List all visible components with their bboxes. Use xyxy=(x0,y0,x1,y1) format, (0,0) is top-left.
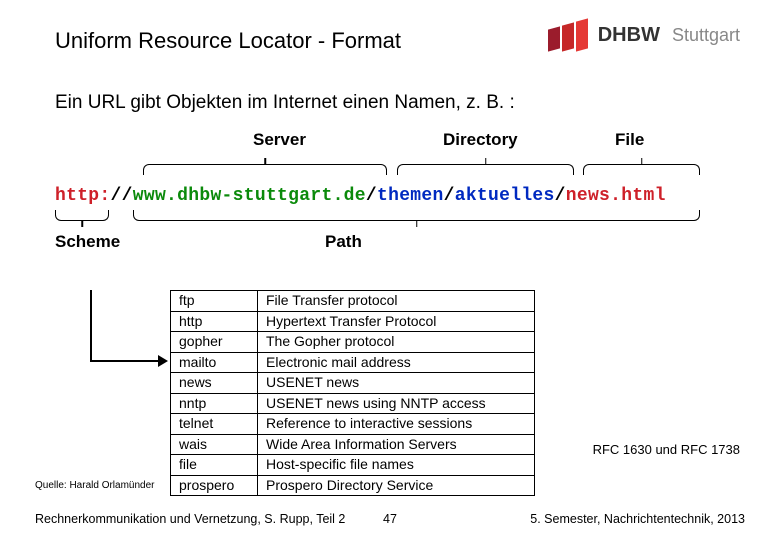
protocol-name: ftp xyxy=(171,291,258,312)
label-file: File xyxy=(615,130,644,150)
label-path: Path xyxy=(325,232,362,252)
intro-text: Ein URL gibt Objekten im Internet einen … xyxy=(55,92,515,114)
protocol-name: wais xyxy=(171,434,258,455)
table-row: nntpUSENET news using NNTP access xyxy=(171,393,535,414)
arrow-right-icon xyxy=(158,355,168,367)
rfc-reference: RFC 1630 und RFC 1738 xyxy=(593,442,740,457)
url-sep: / xyxy=(444,186,455,206)
url-example: http://www.dhbw-stuttgart.de/themen/aktu… xyxy=(55,186,725,206)
logo-icon xyxy=(548,20,588,50)
brace-path xyxy=(133,210,700,221)
protocol-name: news xyxy=(171,373,258,394)
protocol-desc: File Transfer protocol xyxy=(258,291,535,312)
protocol-desc: Hypertext Transfer Protocol xyxy=(258,311,535,332)
slide-title: Uniform Resource Locator - Format xyxy=(55,28,401,54)
protocol-desc: Reference to interactive sessions xyxy=(258,414,535,435)
table-row: httpHypertext Transfer Protocol xyxy=(171,311,535,332)
url-sep: // xyxy=(111,186,133,206)
brace-file xyxy=(583,164,700,175)
footer-left: Rechnerkommunikation und Vernetzung, S. … xyxy=(35,512,345,526)
brace-scheme xyxy=(55,210,109,221)
table-row: telnetReference to interactive sessions xyxy=(171,414,535,435)
label-directory: Directory xyxy=(443,130,518,150)
table-row: ftpFile Transfer protocol xyxy=(171,291,535,312)
url-dir: themen xyxy=(377,186,444,206)
url-dir: aktuelles xyxy=(455,186,555,206)
protocol-name: nntp xyxy=(171,393,258,414)
page-number: 47 xyxy=(383,512,397,526)
table-row: prosperoProspero Directory Service xyxy=(171,475,535,496)
table-row: mailtoElectronic mail address xyxy=(171,352,535,373)
protocol-name: file xyxy=(171,455,258,476)
footer-right: 5. Semester, Nachrichtentechnik, 2013 xyxy=(530,512,745,526)
url-file: news.html xyxy=(566,186,666,206)
table-row: newsUSENET news xyxy=(171,373,535,394)
table-row: waisWide Area Information Servers xyxy=(171,434,535,455)
protocol-desc: Wide Area Information Servers xyxy=(258,434,535,455)
protocol-name: prospero xyxy=(171,475,258,496)
label-scheme: Scheme xyxy=(55,232,120,252)
url-sep: / xyxy=(555,186,566,206)
protocol-desc: Electronic mail address xyxy=(258,352,535,373)
protocol-desc: Prospero Directory Service xyxy=(258,475,535,496)
dhbw-logo: DHBW Stuttgart xyxy=(548,20,740,50)
table-row: gopherThe Gopher protocol xyxy=(171,332,535,353)
protocol-desc: Host-specific file names xyxy=(258,455,535,476)
protocol-name: mailto xyxy=(171,352,258,373)
table-row: fileHost-specific file names xyxy=(171,455,535,476)
label-server: Server xyxy=(253,130,306,150)
protocol-desc: USENET news xyxy=(258,373,535,394)
brace-directory xyxy=(397,164,574,175)
url-diagram: Server Directory File http://www.dhbw-st… xyxy=(55,130,725,254)
protocol-name: gopher xyxy=(171,332,258,353)
protocol-table: ftpFile Transfer protocolhttpHypertext T… xyxy=(170,290,535,496)
logo-brand: DHBW xyxy=(598,24,660,47)
brace-server xyxy=(143,164,387,175)
logo-campus: Stuttgart xyxy=(672,25,740,46)
protocol-name: telnet xyxy=(171,414,258,435)
url-scheme: http: xyxy=(55,186,111,206)
url-sep: / xyxy=(366,186,377,206)
protocol-desc: USENET news using NNTP access xyxy=(258,393,535,414)
protocol-name: http xyxy=(171,311,258,332)
source-credit: Quelle: Harald Orlamünder xyxy=(35,480,155,491)
url-host: www.dhbw-stuttgart.de xyxy=(133,186,366,206)
protocol-desc: The Gopher protocol xyxy=(258,332,535,353)
scheme-arrow xyxy=(80,290,175,410)
